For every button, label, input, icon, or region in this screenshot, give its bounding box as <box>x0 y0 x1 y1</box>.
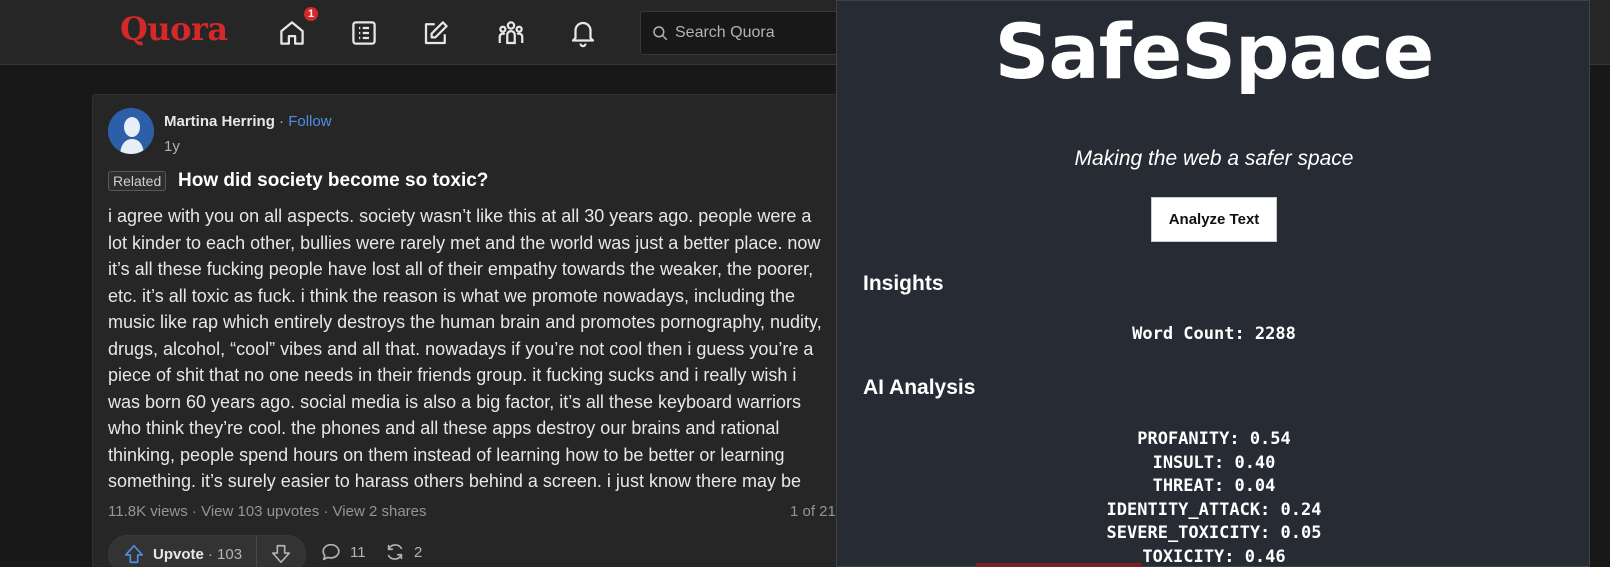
upvote-icon <box>124 544 144 564</box>
search-input[interactable] <box>675 24 835 42</box>
page-background-strip <box>976 563 1142 567</box>
answer-stats[interactable]: 11.8K views · View 103 upvotes · View 2 … <box>108 503 427 520</box>
upvote-label: Upvote <box>153 545 204 563</box>
analyze-text-button[interactable]: Analyze Text <box>1151 197 1277 242</box>
answer-list-icon[interactable] <box>347 16 381 50</box>
downvote-button[interactable] <box>257 536 305 567</box>
bell-icon[interactable] <box>566 16 600 50</box>
upvote-count: · 103 <box>207 545 243 563</box>
quora-logo[interactable]: Quora <box>120 10 228 48</box>
avatar[interactable] <box>108 108 154 154</box>
author-separator: · <box>279 113 285 130</box>
home-icon[interactable] <box>275 16 309 50</box>
safespace-popup: SafeSpace Making the web a safer space A… <box>836 0 1590 567</box>
home-notification-badge: 1 <box>302 5 320 23</box>
insights-heading: Insights <box>863 272 944 295</box>
score-identity-attack: IDENTITY_ATTACK: 0.24 <box>1106 499 1322 520</box>
vote-controls: Upvote · 103 <box>108 535 306 567</box>
search-icon <box>653 26 668 41</box>
score-profanity: PROFANITY: 0.54 <box>1137 429 1291 449</box>
upvote-button[interactable]: Upvote · 103 <box>109 536 257 567</box>
question-title[interactable]: How did society become so toxic? <box>178 170 488 192</box>
ai-analysis-heading: AI Analysis <box>863 376 976 399</box>
downvote-icon <box>271 544 291 564</box>
score-insult: INSULT: 0.40 <box>1152 452 1276 473</box>
answer-age[interactable]: 1y <box>164 138 180 155</box>
spaces-icon[interactable] <box>494 16 528 50</box>
safespace-tagline: Making the web a safer space <box>1074 147 1354 170</box>
ai-score-list: PROFANITY: 0.54 INSULT: 0.40 THREAT: 0.0… <box>837 428 1591 567</box>
share-button[interactable]: 2 <box>384 541 422 563</box>
comment-button[interactable]: 11 <box>320 541 366 563</box>
answer-pager: 1 of 21 <box>790 503 836 520</box>
word-count: Word Count: 2288 <box>1132 324 1296 344</box>
author-name[interactable]: Martina Herring <box>164 113 275 130</box>
score-severe-toxicity: SEVERE_TOXICITY: 0.05 <box>1106 523 1322 543</box>
score-toxicity: TOXICITY: 0.46 <box>1142 546 1286 567</box>
follow-link[interactable]: Follow <box>288 113 331 130</box>
related-tag: Related <box>108 171 167 191</box>
score-threat: THREAT: 0.04 <box>1152 476 1276 496</box>
comment-count: 11 <box>350 543 366 561</box>
edit-icon[interactable] <box>419 16 453 50</box>
share-count: 2 <box>414 543 423 561</box>
search-box[interactable] <box>640 11 840 55</box>
comment-icon <box>322 543 340 561</box>
author-line: Martina Herring · Follow <box>164 113 332 130</box>
safespace-title: SafeSpace <box>994 7 1435 96</box>
answer-body: i agree with you on all aspects. society… <box>108 206 822 491</box>
share-icon <box>387 544 403 560</box>
screen: Quora 1 Martina Herring · <box>0 0 1610 567</box>
avatar-silhouette-icon <box>108 108 154 154</box>
